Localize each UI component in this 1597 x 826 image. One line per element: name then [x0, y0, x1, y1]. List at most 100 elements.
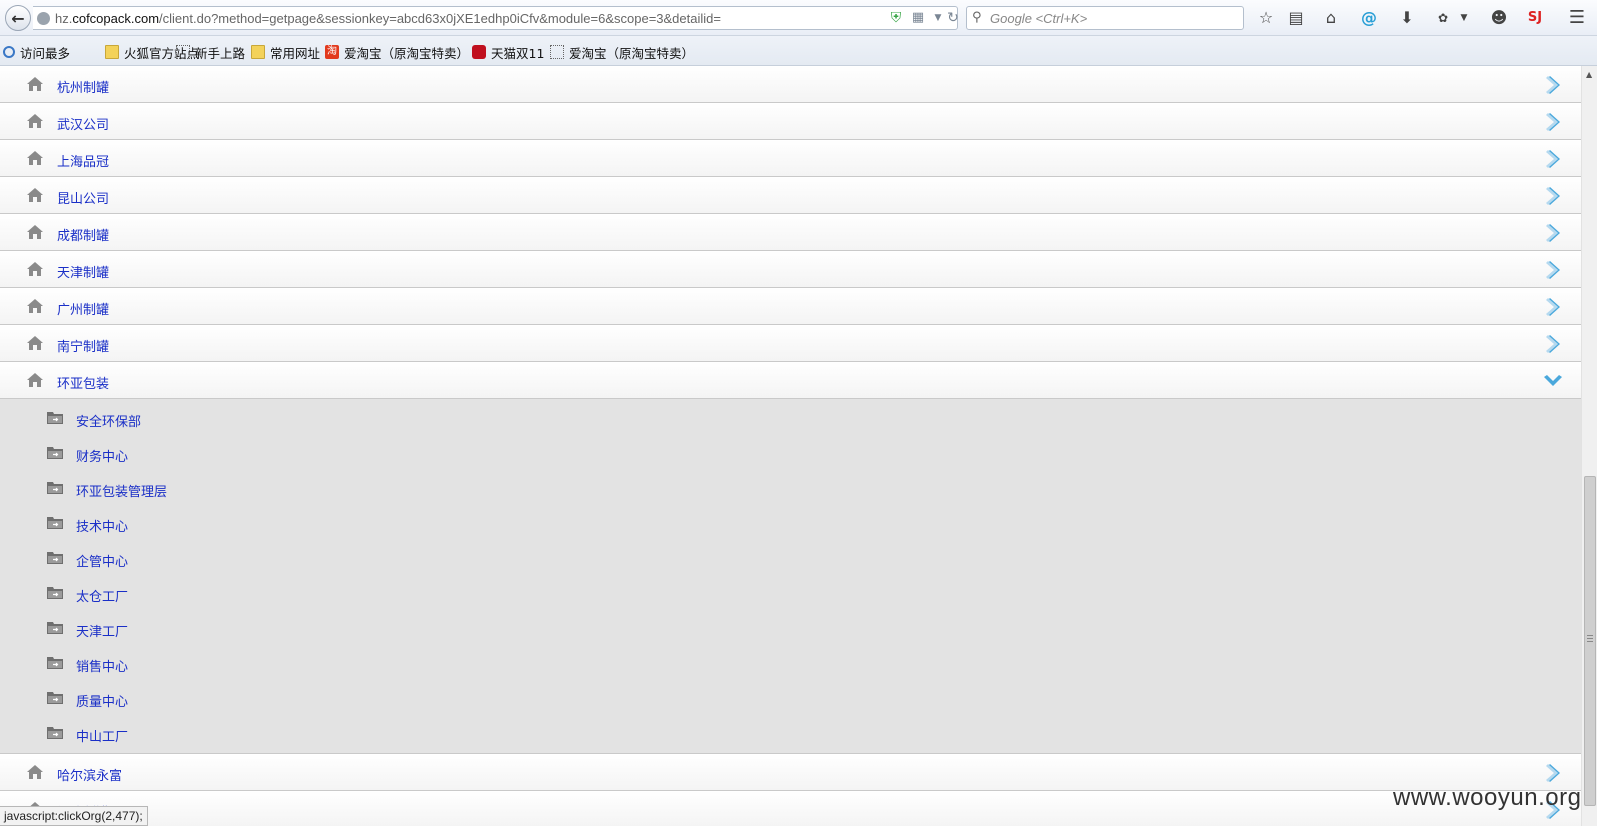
chevron-right-icon[interactable]	[1543, 74, 1563, 96]
org-row[interactable]: 南宁制罐	[0, 325, 1581, 362]
department-link[interactable]: 质量中心	[76, 691, 128, 710]
org-link[interactable]: 天津制罐	[57, 262, 109, 281]
org-row[interactable]: 武汉公司	[0, 103, 1581, 140]
home-icon	[27, 765, 43, 779]
url-bar[interactable]: hz.cofcopack.com/client.do?method=getpag…	[33, 6, 961, 30]
org-link[interactable]: 环亚包装	[57, 373, 109, 392]
department-row[interactable]: 太仓工厂	[0, 576, 1581, 611]
scrollbar-thumb[interactable]	[1584, 476, 1596, 806]
department-link[interactable]: 企管中心	[76, 551, 128, 570]
department-link[interactable]: 销售中心	[76, 656, 128, 675]
org-row[interactable]: 昆山公司	[0, 177, 1581, 214]
bookmark-common-sites[interactable]: 常用网址	[251, 44, 320, 61]
org-row[interactable]: 天津制罐	[0, 251, 1581, 288]
department-row[interactable]: 企管中心	[0, 541, 1581, 576]
folder-icon	[251, 45, 265, 59]
bookmark-aitaobao-2[interactable]: 爱淘宝（原淘宝特卖）	[550, 44, 694, 61]
folder-icon	[47, 447, 63, 459]
home-icon	[27, 77, 43, 91]
org-row[interactable]: 上海品冠	[0, 140, 1581, 177]
home-icon	[27, 114, 43, 128]
home-icon	[27, 188, 43, 202]
search-bar[interactable]: ⚲	[966, 6, 1244, 30]
department-row[interactable]: 环亚包装管理层	[0, 471, 1581, 506]
department-row[interactable]: 安全环保部	[0, 401, 1581, 436]
back-button[interactable]: ←	[5, 5, 31, 31]
org-row[interactable]: 成都制罐	[0, 214, 1581, 251]
bookmark-tmall[interactable]: 天猫双11	[472, 44, 544, 61]
org-row[interactable]: 广州制罐	[0, 288, 1581, 325]
org-link[interactable]: 成都制罐	[57, 225, 109, 244]
org-link[interactable]: 武汉公司	[57, 114, 109, 133]
department-row[interactable]: 财务中心	[0, 436, 1581, 471]
download-icon[interactable]: ⬇	[1396, 7, 1418, 29]
search-icon[interactable]: ⚲	[972, 10, 982, 25]
folder-icon	[105, 45, 119, 59]
department-row[interactable]: 质量中心	[0, 681, 1581, 716]
bookmark-getting-started[interactable]: 新手上路	[176, 44, 245, 61]
home-icon[interactable]: ⌂	[1320, 7, 1342, 29]
department-row[interactable]: 销售中心	[0, 646, 1581, 681]
shield-icon[interactable]: ⛨	[888, 10, 904, 26]
department-link[interactable]: 安全环保部	[76, 411, 141, 430]
chevron-right-icon[interactable]	[1543, 185, 1563, 207]
org-row-expanded[interactable]: 环亚包装	[0, 362, 1581, 399]
folder-icon	[47, 622, 63, 634]
chevron-down-icon[interactable]	[1543, 370, 1563, 392]
at-sign-icon[interactable]: @	[1358, 7, 1380, 29]
hamburger-menu-icon[interactable]: ☰	[1566, 7, 1588, 29]
folder-icon	[47, 552, 63, 564]
dropdown-marker-icon[interactable]: ▼	[930, 10, 946, 26]
chevron-right-icon[interactable]	[1543, 111, 1563, 133]
department-link[interactable]: 天津工厂	[76, 621, 128, 640]
bookmark-most-visited[interactable]: 访问最多	[3, 44, 70, 61]
org-link[interactable]: 上海品冠	[57, 151, 109, 170]
tmall-icon	[472, 45, 486, 59]
department-row[interactable]: 技术中心	[0, 506, 1581, 541]
org-row[interactable]: 哈尔滨永富	[0, 754, 1581, 791]
browser-window: ← hz.cofcopack.com/client.do?method=getp…	[0, 0, 1597, 826]
org-row[interactable]: 杭州制罐	[0, 66, 1581, 103]
chevron-right-icon[interactable]	[1543, 296, 1563, 318]
search-input[interactable]	[990, 9, 1240, 27]
org-row[interactable]: 福建制罐	[0, 791, 1581, 826]
home-icon	[27, 299, 43, 313]
bookmark-label: 爱淘宝（原淘宝特卖）	[344, 45, 470, 61]
url-text[interactable]: hz.cofcopack.com/client.do?method=getpag…	[55, 11, 721, 26]
org-link[interactable]: 南宁制罐	[57, 336, 109, 355]
department-link[interactable]: 中山工厂	[76, 726, 128, 745]
home-icon	[27, 151, 43, 165]
reading-list-icon[interactable]: ▤	[1285, 7, 1307, 29]
home-icon	[27, 225, 43, 239]
department-link[interactable]: 财务中心	[76, 446, 128, 465]
department-link[interactable]: 技术中心	[76, 516, 128, 535]
chevron-right-icon[interactable]	[1543, 333, 1563, 355]
chat-bubble-icon[interactable]: ☻	[1488, 7, 1510, 29]
folder-icon	[47, 482, 63, 494]
bookmark-aitaobao[interactable]: 淘 爱淘宝（原淘宝特卖）	[325, 44, 470, 61]
chevron-right-icon[interactable]	[1543, 259, 1563, 281]
scroll-up-arrow-icon[interactable]: ▲	[1586, 70, 1592, 79]
department-row[interactable]: 天津工厂	[0, 611, 1581, 646]
addon-dropdown-icon[interactable]: ▼	[1457, 7, 1471, 29]
watermark: www.wooyun.org	[1393, 784, 1582, 811]
bookmark-star-icon[interactable]: ☆	[1255, 7, 1277, 29]
addon-icon[interactable]: ✿	[1432, 7, 1454, 29]
department-link[interactable]: 环亚包装管理层	[76, 481, 167, 500]
reload-icon[interactable]: ↻	[945, 10, 961, 26]
org-link[interactable]: 杭州制罐	[57, 77, 109, 96]
chevron-right-icon[interactable]	[1543, 222, 1563, 244]
folder-icon	[47, 657, 63, 669]
org-link[interactable]: 昆山公司	[57, 188, 109, 207]
vertical-scrollbar[interactable]: ▲	[1581, 66, 1597, 826]
globe-icon	[37, 12, 50, 25]
navigation-toolbar: ← hz.cofcopack.com/client.do?method=getp…	[0, 0, 1597, 36]
org-link[interactable]: 广州制罐	[57, 299, 109, 318]
chevron-right-icon[interactable]	[1543, 148, 1563, 170]
org-link[interactable]: 哈尔滨永富	[57, 765, 122, 784]
department-link[interactable]: 太仓工厂	[76, 586, 128, 605]
qr-code-icon[interactable]: ▦	[910, 10, 926, 26]
sj-addon-icon[interactable]: SJ	[1524, 7, 1546, 29]
department-row[interactable]: 中山工厂	[0, 716, 1581, 751]
chevron-right-icon[interactable]	[1543, 762, 1563, 784]
